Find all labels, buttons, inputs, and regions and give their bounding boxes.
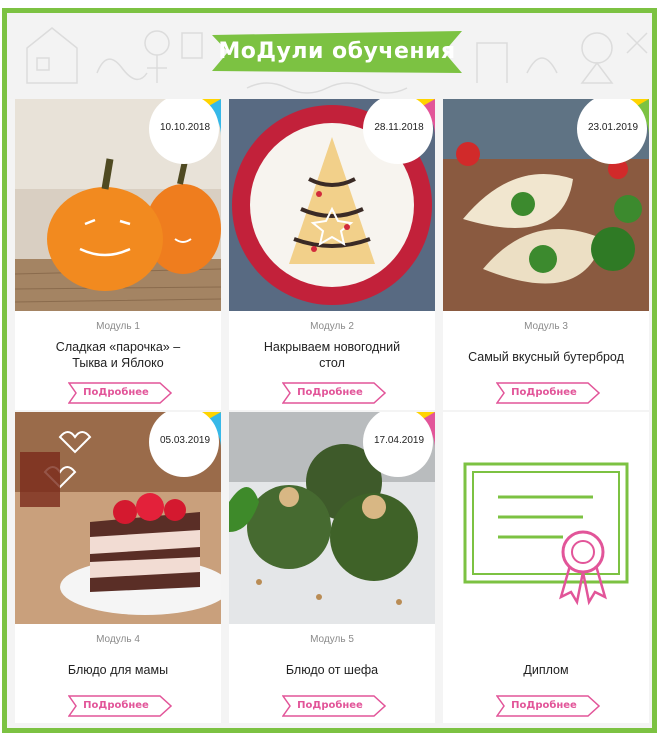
module-title-line-1: Блюдо для мамы [67,663,169,677]
more-button-label: ПоДробнее [297,700,363,711]
module-title-line-2: стол [319,356,345,370]
more-button[interactable]: ПоДробнее [282,695,386,717]
diploma-title: Диплом [453,662,639,678]
more-button-label: ПоДробнее [511,700,577,711]
module-title-line-1: Накрываем новогодний [263,340,401,354]
date-badge: 17.04.2019 [361,412,435,486]
module-number: Модуль 1 [96,321,140,332]
date-badge: 05.03.2019 [147,412,221,486]
module-number: Модуль 2 [310,321,354,332]
more-button-label: ПоДробнее [511,387,577,398]
title-ribbon: МоДули обучения [212,31,462,73]
date-badge: 28.11.2018 [361,99,435,173]
module-title-line-1: Блюдо от шефа [285,663,379,677]
more-button-label: ПоДробнее [297,387,363,398]
date-badge: 23.01.2019 [575,99,649,173]
module-date: 28.11.2018 [374,122,424,133]
module-card-5[interactable]: 17.04.2019 Модуль 5 Блюдо от шефа ПоДроб… [229,412,435,723]
module-card-1[interactable]: 10.10.2018 Модуль 1 Сладкая «парочка» – … [15,99,221,410]
module-card-4[interactable]: 05.03.2019 Модуль 4 Блюдо для мамы ПоДро… [15,412,221,723]
module-number: Модуль 5 [310,634,354,645]
module-title: Накрываем новогодний стол [239,339,425,371]
more-button-label: ПоДробнее [83,387,149,398]
module-title: Сладкая «парочка» – Тыква и Яблоко [25,339,211,371]
module-date: 10.10.2018 [159,122,211,133]
module-title: Самый вкусный бутерброд [453,349,639,365]
modules-frame: МоДули обучения 10.10.2018 Модуль 1 Слад… [2,8,657,733]
diploma-illustration [443,412,649,624]
module-date: 05.03.2019 [159,435,211,446]
date-badge: 10.10.2018 [147,99,221,173]
more-button[interactable]: ПоДробнее [68,695,172,717]
module-card-3[interactable]: 23.01.2019 Модуль 3 Самый вкусный бутерб… [443,99,649,410]
module-date: 17.04.2019 [373,435,425,446]
module-title: Блюдо от шефа [239,662,425,678]
module-date: 23.01.2019 [587,122,639,133]
more-button-label: ПоДробнее [83,700,149,711]
diploma-title-line-1: Диплом [523,663,569,677]
more-button[interactable]: ПоДробнее [496,382,600,404]
module-title-line-1: Сладкая «парочка» – [55,340,181,354]
module-title-line-2: Тыква и Яблоко [72,356,164,370]
more-button[interactable]: ПоДробнее [282,382,386,404]
module-card-2[interactable]: 28.11.2018 Модуль 2 Накрываем новогодний… [229,99,435,410]
diploma-card[interactable]: Диплом ПоДробнее [443,412,649,723]
more-button[interactable]: ПоДробнее [68,382,172,404]
page-title: МоДули обучения [218,39,456,64]
module-title-line-1: Самый вкусный бутерброд [468,350,624,364]
more-button[interactable]: ПоДробнее [496,695,600,717]
module-number: Модуль 3 [524,321,568,332]
module-title: Блюдо для мамы [25,662,211,678]
module-number: Модуль 4 [96,634,140,645]
